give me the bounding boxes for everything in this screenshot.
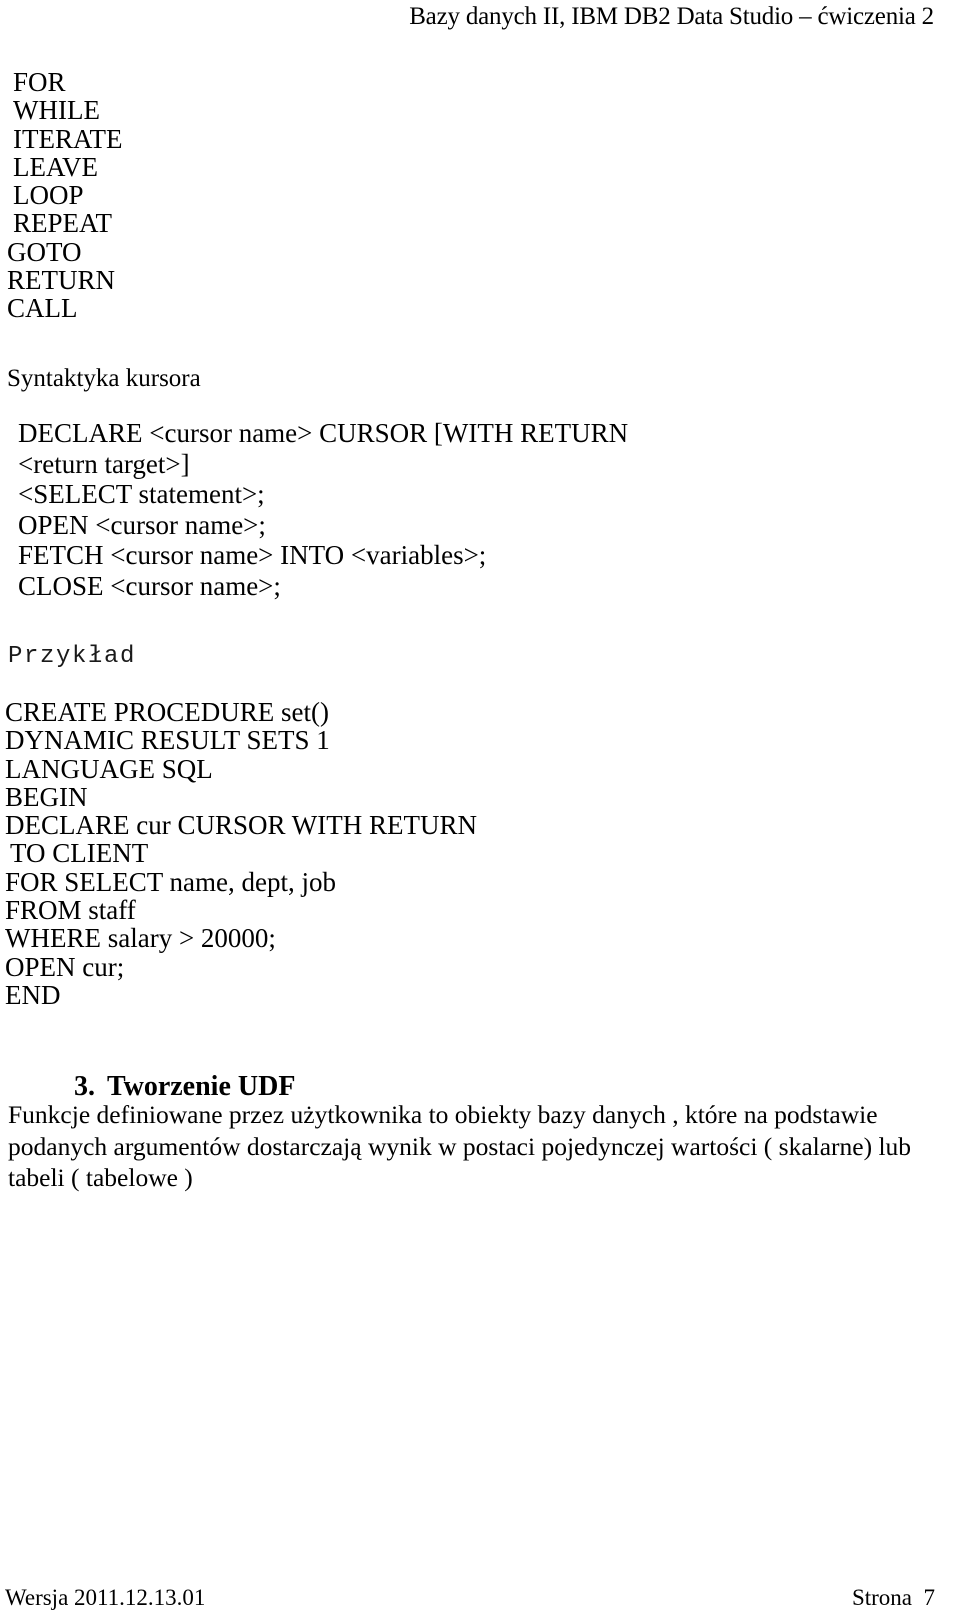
- keyword-item: GOTO: [7, 236, 82, 267]
- code-line: DYNAMIC RESULT SETS 1: [5, 725, 330, 756]
- keyword-item: LEAVE: [13, 151, 98, 182]
- code-line: WHERE salary > 20000;: [5, 923, 276, 954]
- control-flow-keyword-list: FOR WHILE ITERATE LEAVE LOOP REPEAT GOTO…: [7, 68, 122, 323]
- cursor-syntax-block: DECLARE <cursor name> CURSOR [WITH RETUR…: [18, 418, 628, 601]
- document-header: Bazy danych II, IBM DB2 Data Studio – ćw…: [409, 3, 934, 30]
- code-line: BEGIN: [5, 781, 88, 812]
- code-line: FROM staff: [5, 895, 136, 926]
- keyword-item: ITERATE: [13, 123, 123, 154]
- sql-example-block: CREATE PROCEDURE set() DYNAMIC RESULT SE…: [5, 697, 477, 1010]
- udf-description-paragraph: Funkcje definiowane przez użytkownika to…: [8, 1099, 912, 1194]
- code-line: <return target>]: [18, 448, 190, 479]
- code-line: DECLARE <cursor name> CURSOR [WITH RETUR…: [18, 418, 629, 448]
- footer-page-number: Strona 7: [851, 1585, 935, 1610]
- document-footer: Wersja 2011.12.13.01 Strona 7: [5, 1583, 935, 1613]
- code-line: LANGUAGE SQL: [5, 753, 213, 784]
- document-page: Bazy danych II, IBM DB2 Data Studio – ćw…: [0, 0, 960, 1624]
- code-line: DECLARE cur CURSOR WITH RETURN: [5, 810, 477, 841]
- code-line: CREATE PROCEDURE set(): [5, 697, 329, 727]
- section-title: Tworzenie UDF: [107, 1071, 296, 1102]
- code-line: <SELECT statement>;: [18, 479, 265, 509]
- section-number: 3.: [74, 1071, 95, 1102]
- code-line: TO CLIENT: [10, 838, 149, 869]
- keyword-item: FOR: [13, 67, 66, 97]
- paragraph-line: podanych argumentów dostarczają wynik w …: [8, 1131, 912, 1161]
- code-line: FETCH <cursor name> INTO <variables>;: [18, 540, 487, 570]
- keyword-item: LOOP: [13, 180, 84, 211]
- code-line: OPEN <cursor name>;: [18, 509, 266, 540]
- paragraph-line: Funkcje definiowane przez użytkownika to…: [8, 1100, 878, 1129]
- keyword-item: REPEAT: [13, 208, 113, 239]
- code-line: OPEN cur;: [5, 951, 125, 982]
- footer-version: Wersja 2011.12.13.01: [5, 1585, 206, 1610]
- keyword-item: WHILE: [13, 95, 100, 126]
- keyword-item: RETURN: [7, 265, 115, 296]
- paragraph-line: tabeli ( tabelowe ): [8, 1163, 193, 1192]
- code-line: END: [5, 979, 61, 1010]
- code-line: FOR SELECT name, dept, job: [5, 866, 336, 897]
- code-line: CLOSE <cursor name>;: [18, 570, 281, 601]
- cursor-syntax-heading: Syntaktyka kursora: [7, 365, 201, 392]
- keyword-item: CALL: [7, 293, 78, 324]
- example-label: Przykład: [8, 643, 137, 670]
